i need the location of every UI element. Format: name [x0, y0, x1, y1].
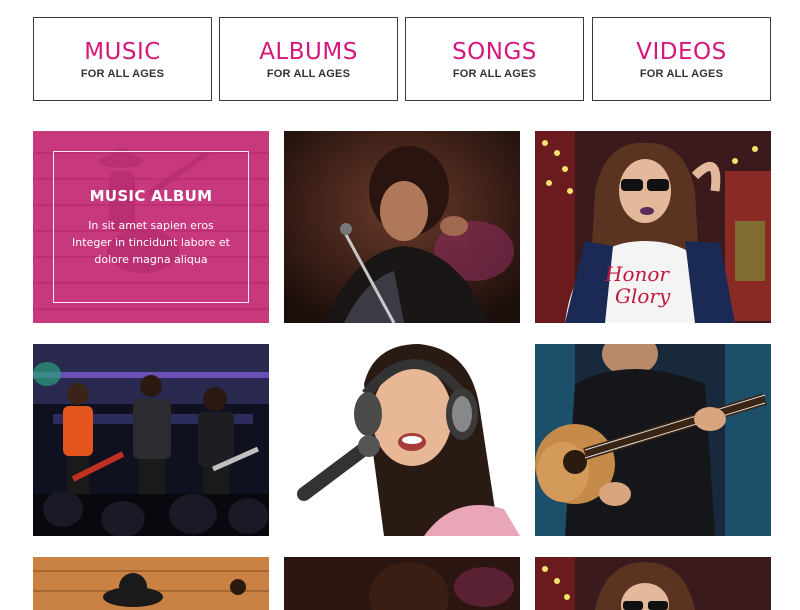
featured-album-title: MUSIC ALBUM [89, 186, 213, 205]
singer-microphone-photo-2 [284, 557, 520, 610]
gallery-tile-3[interactable]: Honor Glory [535, 131, 771, 323]
nav-albums[interactable]: ALBUMS FOR ALL AGES [219, 17, 398, 101]
nav-albums-subtitle: FOR ALL AGES [266, 67, 351, 80]
featured-album-tile[interactable]: MUSIC ALBUM In sit amet sapien eros Inte… [33, 131, 269, 323]
singer-microphone-photo [284, 131, 520, 323]
featured-album-line-1: In sit amet sapien eros [88, 218, 214, 232]
girl-sunglasses-photo-2 [535, 557, 771, 610]
nav-music-subtitle: FOR ALL AGES [80, 67, 165, 80]
nav-music-title: MUSIC [84, 38, 161, 65]
gallery-tile-5[interactable] [284, 344, 520, 536]
nav-songs-subtitle: FOR ALL AGES [452, 67, 537, 80]
gallery-tile-9[interactable] [535, 557, 771, 610]
nav-music[interactable]: MUSIC FOR ALL AGES [33, 17, 212, 101]
nav-albums-title: ALBUMS [259, 38, 358, 65]
nav-songs-title: SONGS [452, 38, 537, 65]
acoustic-guitar-player-photo [535, 344, 771, 536]
gallery-tile-2[interactable] [284, 131, 520, 323]
category-nav: MUSIC FOR ALL AGES ALBUMS FOR ALL AGES S… [33, 17, 771, 101]
gallery-tile-6[interactable] [535, 344, 771, 536]
featured-album-line-2: Integer in tincidunt labore et [72, 235, 230, 249]
guitarist-wood-photo [33, 557, 269, 610]
girl-headphones-singing-photo [284, 344, 520, 536]
band-concert-photo [33, 344, 269, 536]
featured-album-overlay: MUSIC ALBUM In sit amet sapien eros Inte… [53, 151, 249, 303]
girl-sunglasses-photo: Honor Glory [535, 131, 771, 323]
svg-text:Honor: Honor [604, 262, 670, 286]
nav-videos-subtitle: FOR ALL AGES [639, 67, 724, 80]
featured-album-line-3: dolore magna aliqua [94, 252, 208, 266]
nav-videos[interactable]: VIDEOS FOR ALL AGES [592, 17, 771, 101]
nav-songs[interactable]: SONGS FOR ALL AGES [405, 17, 584, 101]
gallery-tile-4[interactable] [33, 344, 269, 536]
gallery-tile-8[interactable] [284, 557, 520, 610]
svg-text:Glory: Glory [615, 284, 671, 308]
nav-videos-title: VIDEOS [636, 38, 727, 65]
gallery-tile-7[interactable] [33, 557, 269, 610]
